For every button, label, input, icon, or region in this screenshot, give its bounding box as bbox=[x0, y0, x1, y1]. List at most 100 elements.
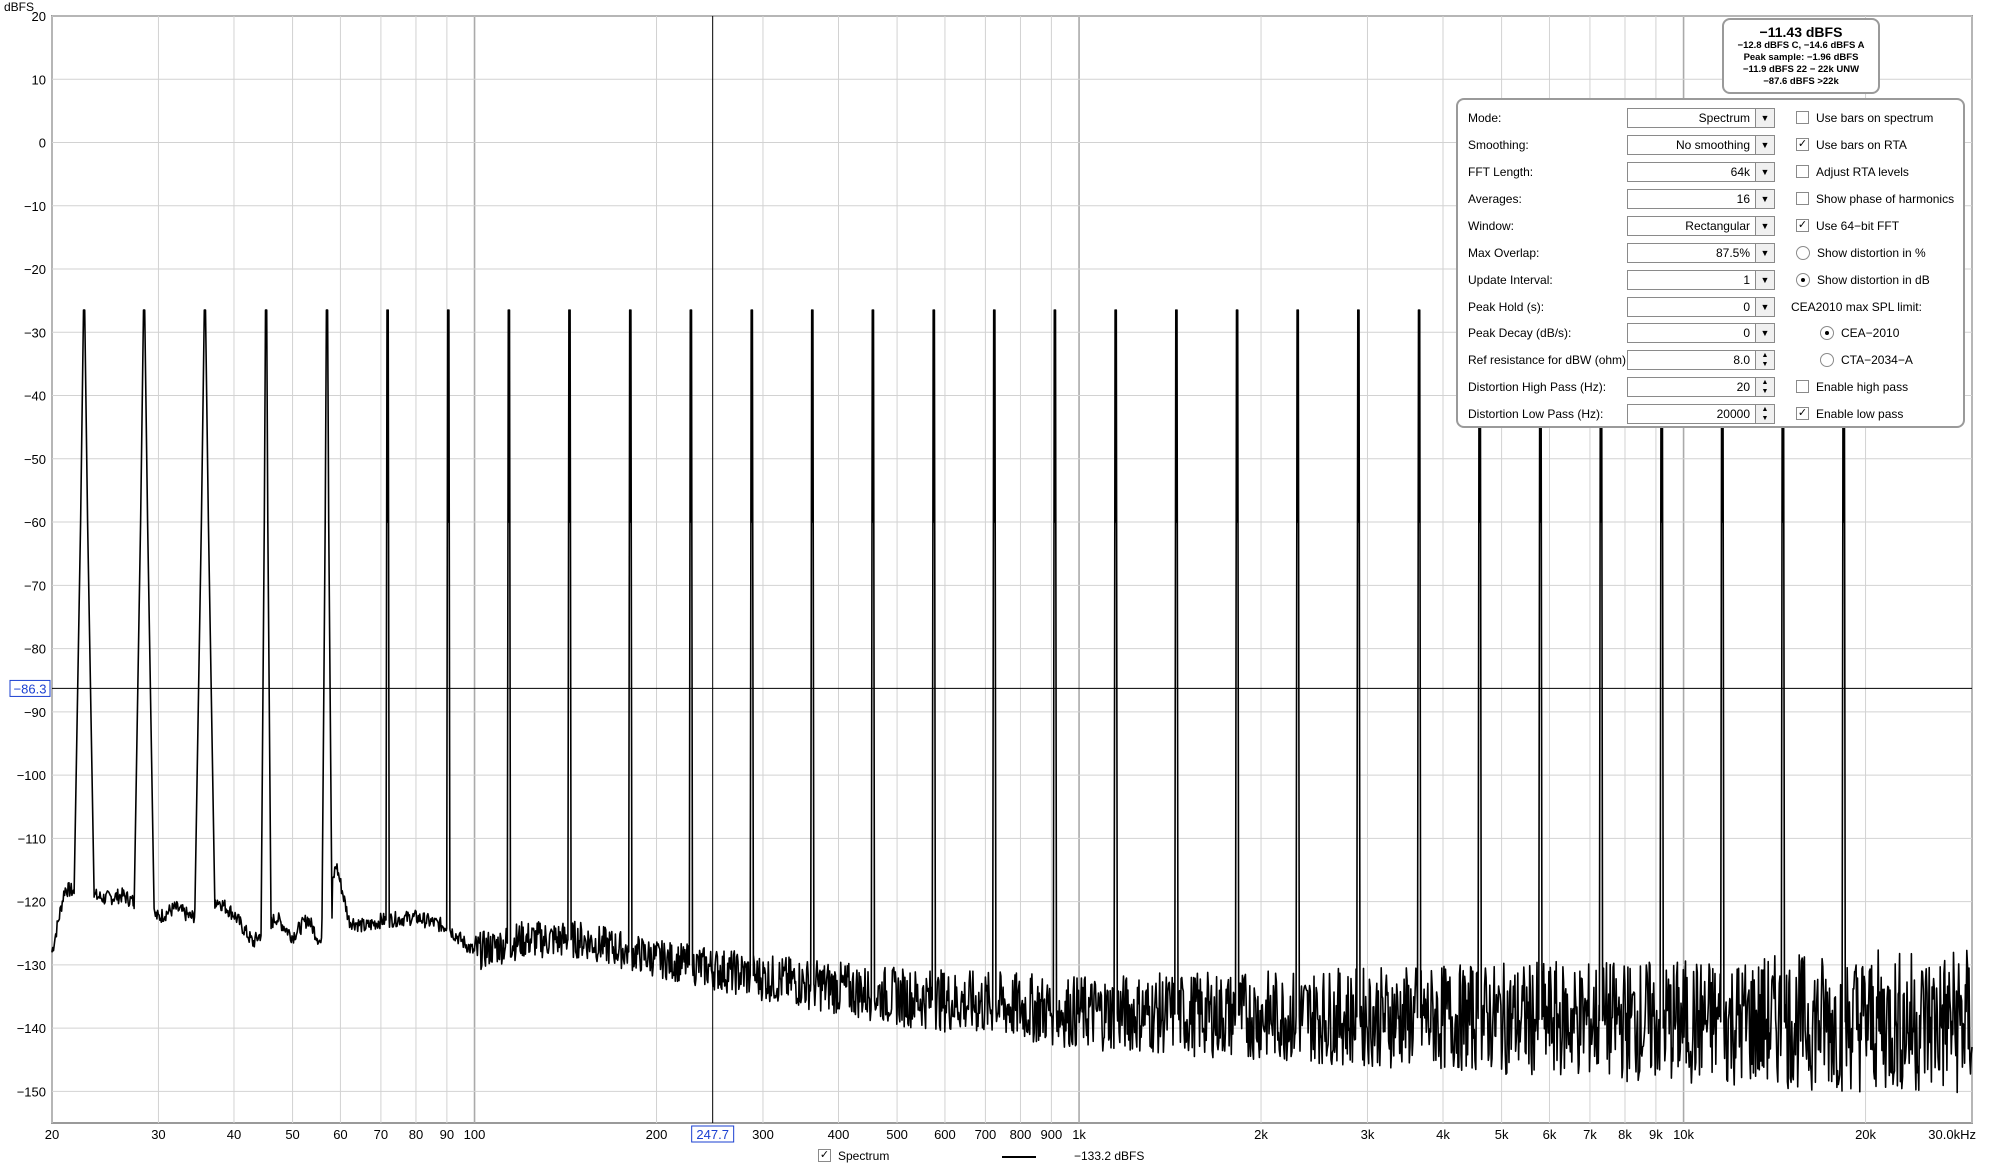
y-tick-label: −50 bbox=[24, 452, 46, 467]
x-tick-label: 1k bbox=[1072, 1127, 1086, 1142]
option-enable-high-pass[interactable]: Enable high pass bbox=[1796, 376, 1908, 398]
y-tick-label: 10 bbox=[32, 72, 46, 87]
chevron-down-icon[interactable]: ▼ bbox=[1755, 163, 1774, 181]
x-tick-label: 3k bbox=[1361, 1127, 1375, 1142]
radio-unselected-icon[interactable] bbox=[1820, 352, 1834, 367]
chevron-down-icon[interactable]: ▼ bbox=[1755, 190, 1774, 208]
chevron-down-icon[interactable]: ▼ bbox=[1755, 109, 1774, 127]
chevron-down-icon[interactable]: ▼ bbox=[1755, 136, 1774, 154]
y-tick-label: −90 bbox=[24, 705, 46, 720]
x-tick-label: 900 bbox=[1041, 1127, 1063, 1142]
mode-label: Mode: bbox=[1468, 111, 1502, 125]
y-tick-label: −120 bbox=[17, 895, 46, 910]
option-cea2010[interactable]: CEA−2010 bbox=[1820, 322, 1899, 344]
x-tick-label: 4k bbox=[1436, 1127, 1450, 1142]
checkbox-unchecked-icon[interactable] bbox=[1796, 380, 1809, 394]
max-overlap-value: 87.5% bbox=[1715, 246, 1750, 260]
option-bars-rta[interactable]: ✓ Use bars on RTA bbox=[1796, 134, 1907, 156]
x-tick-label: 400 bbox=[828, 1127, 850, 1142]
peak-hold-select[interactable]: 0 ▼ bbox=[1627, 297, 1775, 317]
radio-unselected-icon[interactable] bbox=[1796, 245, 1810, 260]
smoothing-select[interactable]: No smoothing ▼ bbox=[1627, 135, 1775, 155]
ref-resistance-input[interactable]: 8.0 ▲ ▼ bbox=[1627, 350, 1775, 370]
x-tick-label: 20k bbox=[1855, 1127, 1876, 1142]
checkbox-checked-icon[interactable]: ✓ bbox=[1796, 407, 1809, 421]
checkbox-checked-icon[interactable]: ✓ bbox=[1796, 138, 1809, 152]
option-label: Use 64−bit FFT bbox=[1816, 219, 1900, 233]
stepper-icon[interactable]: ▲ ▼ bbox=[1755, 378, 1774, 396]
peak-hold-label: Peak Hold (s): bbox=[1468, 300, 1545, 314]
radio-selected-icon[interactable] bbox=[1796, 272, 1810, 287]
level-readout: −11.43 dBFS −12.8 dBFS C, −14.6 dBFS A P… bbox=[1722, 18, 1880, 94]
x-tick-label: 70 bbox=[374, 1127, 388, 1142]
max-overlap-select[interactable]: 87.5% ▼ bbox=[1627, 243, 1775, 263]
peak-hold-value: 0 bbox=[1743, 300, 1750, 314]
checkbox-checked-icon[interactable]: ✓ bbox=[1796, 219, 1809, 233]
option-enable-low-pass[interactable]: ✓ Enable low pass bbox=[1796, 403, 1903, 425]
option-label: Use bars on RTA bbox=[1816, 138, 1907, 152]
x-tick-label: 10k bbox=[1673, 1127, 1694, 1142]
option-show-phase[interactable]: Show phase of harmonics bbox=[1796, 188, 1954, 210]
mode-value: Spectrum bbox=[1698, 111, 1750, 125]
legend-spectrum-toggle[interactable]: ✓ Spectrum bbox=[818, 1148, 889, 1164]
x-tick-label: 6k bbox=[1543, 1127, 1557, 1142]
option-dist-percent[interactable]: Show distortion in % bbox=[1796, 242, 1926, 264]
y-tick-label: −20 bbox=[24, 262, 46, 277]
y-tick-label: −110 bbox=[18, 831, 46, 846]
stepper-icon[interactable]: ▲ ▼ bbox=[1755, 351, 1774, 369]
x-tick-label: 500 bbox=[886, 1127, 908, 1142]
option-adjust-rta[interactable]: Adjust RTA levels bbox=[1796, 161, 1909, 183]
ref-resistance-label: Ref resistance for dBW (ohm): bbox=[1468, 353, 1630, 367]
window-value: Rectangular bbox=[1685, 219, 1750, 233]
ref-resistance-value: 8.0 bbox=[1733, 353, 1750, 367]
peak-decay-value: 0 bbox=[1743, 326, 1750, 340]
option-cta2034[interactable]: CTA−2034−A bbox=[1820, 349, 1913, 371]
chevron-down-icon[interactable]: ▼ bbox=[1755, 217, 1774, 235]
stepper-icon[interactable]: ▲ ▼ bbox=[1755, 405, 1774, 423]
peak-decay-select[interactable]: 0 ▼ bbox=[1627, 323, 1775, 343]
readout-line: −12.8 dBFS C, −14.6 dBFS A bbox=[1737, 40, 1865, 51]
radio-selected-icon[interactable] bbox=[1820, 325, 1834, 340]
update-interval-select[interactable]: 1 ▼ bbox=[1627, 270, 1775, 290]
y-tick-label: 0 bbox=[39, 136, 46, 151]
chevron-down-icon[interactable]: ▼ bbox=[1755, 244, 1774, 262]
dist-high-pass-input[interactable]: 20 ▲ ▼ bbox=[1627, 377, 1775, 397]
averages-select[interactable]: 16 ▼ bbox=[1627, 189, 1775, 209]
legend-line-swatch bbox=[1002, 1156, 1036, 1158]
y-tick-label: −40 bbox=[24, 389, 46, 404]
option-64bit-fft[interactable]: ✓ Use 64−bit FFT bbox=[1796, 215, 1899, 237]
cea-limit-label: CEA2010 max SPL limit: bbox=[1791, 300, 1922, 314]
x-tick-label: 30 bbox=[151, 1127, 165, 1142]
x-tick-label: 80 bbox=[409, 1127, 423, 1142]
chevron-down-icon[interactable]: ▼ bbox=[1755, 298, 1774, 316]
option-label: Show distortion in dB bbox=[1817, 273, 1930, 287]
peak-decay-label: Peak Decay (dB/s): bbox=[1468, 326, 1572, 340]
settings-panel: Mode: Spectrum ▼ Smoothing: No smoothing ▼… bbox=[1456, 98, 1965, 428]
smoothing-value: No smoothing bbox=[1675, 138, 1750, 152]
x-tick-label: 7k bbox=[1583, 1127, 1597, 1142]
option-label: CTA−2034−A bbox=[1841, 353, 1913, 367]
fft-length-select[interactable]: 64k ▼ bbox=[1627, 162, 1775, 182]
x-tick-label: 8k bbox=[1618, 1127, 1632, 1142]
x-tick-label: 60 bbox=[333, 1127, 347, 1142]
window-select[interactable]: Rectangular ▼ bbox=[1627, 216, 1775, 236]
checkbox-checked-icon[interactable]: ✓ bbox=[818, 1149, 831, 1163]
dist-low-pass-input[interactable]: 20000 ▲ ▼ bbox=[1627, 404, 1775, 424]
y-tick-label: −130 bbox=[17, 958, 46, 973]
checkbox-unchecked-icon[interactable] bbox=[1796, 165, 1809, 179]
mode-select[interactable]: Spectrum ▼ bbox=[1627, 108, 1775, 128]
option-label: Show distortion in % bbox=[1817, 246, 1926, 260]
fft-length-label: FFT Length: bbox=[1468, 165, 1534, 179]
option-bars-spectrum[interactable]: Use bars on spectrum bbox=[1796, 107, 1933, 129]
y-tick-label: −10 bbox=[24, 199, 46, 214]
readout-line: −87.6 dBFS >22k bbox=[1763, 76, 1839, 87]
checkbox-unchecked-icon[interactable] bbox=[1796, 111, 1809, 125]
chevron-down-icon[interactable]: ▼ bbox=[1755, 324, 1774, 342]
y-tick-label: −150 bbox=[17, 1084, 46, 1099]
chevron-down-icon[interactable]: ▼ bbox=[1755, 271, 1774, 289]
x-tick-label: 30.0kHz bbox=[1928, 1127, 1976, 1142]
checkbox-unchecked-icon[interactable] bbox=[1796, 192, 1809, 206]
option-dist-db[interactable]: Show distortion in dB bbox=[1796, 269, 1930, 291]
legend-cursor-value: −133.2 dBFS bbox=[1074, 1149, 1145, 1163]
update-interval-value: 1 bbox=[1743, 273, 1750, 287]
